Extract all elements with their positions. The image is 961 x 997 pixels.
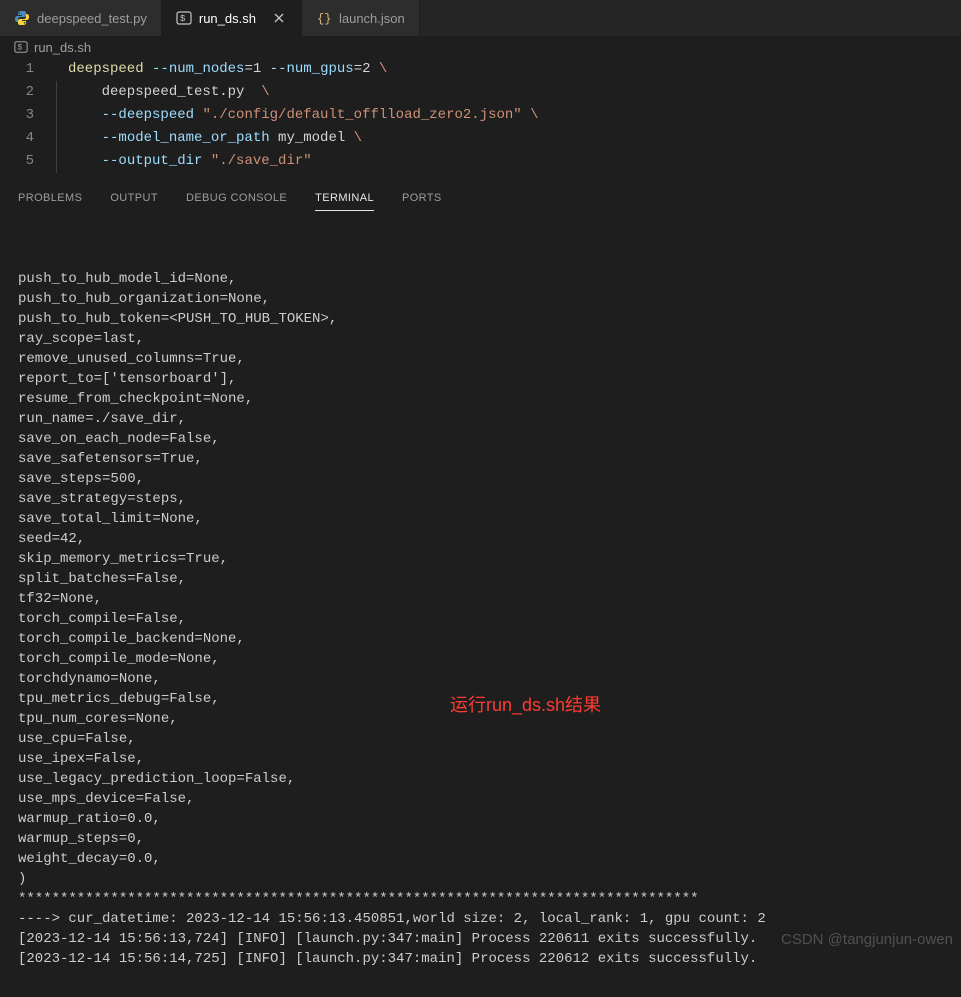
terminal-line: save_total_limit=None, bbox=[18, 509, 943, 529]
panel-tab-output[interactable]: OUTPUT bbox=[110, 192, 158, 210]
terminal-line: save_strategy=steps, bbox=[18, 489, 943, 509]
panel-tab-bar: PROBLEMS OUTPUT DEBUG CONSOLE TERMINAL PORTS bbox=[0, 183, 961, 219]
terminal-line: use_legacy_prediction_loop=False, bbox=[18, 769, 943, 789]
code-line[interactable]: deepspeed_test.py \ bbox=[56, 81, 539, 104]
line-gutter: 12345 bbox=[0, 58, 56, 173]
terminal-output[interactable]: push_to_hub_model_id=None,push_to_hub_or… bbox=[0, 219, 961, 997]
annotation-overlay: 运行run_ds.sh结果 bbox=[450, 695, 601, 715]
terminal-line: tf32=None, bbox=[18, 589, 943, 609]
terminal-line: skip_memory_metrics=True, bbox=[18, 549, 943, 569]
terminal-line: push_to_hub_token=<PUSH_TO_HUB_TOKEN>, bbox=[18, 309, 943, 329]
python-icon bbox=[14, 10, 30, 26]
svg-text:$: $ bbox=[18, 44, 23, 53]
breadcrumb-label: run_ds.sh bbox=[34, 40, 91, 55]
terminal-line: seed=42, bbox=[18, 529, 943, 549]
shell-icon: $ bbox=[176, 10, 192, 26]
terminal-line: push_to_hub_model_id=None, bbox=[18, 269, 943, 289]
terminal-line: save_on_each_node=False, bbox=[18, 429, 943, 449]
tab-run-ds-sh[interactable]: $ run_ds.sh bbox=[162, 0, 302, 36]
panel-tab-terminal[interactable]: TERMINAL bbox=[315, 192, 374, 211]
terminal-line: [2023-12-14 15:56:14,725] [INFO] [launch… bbox=[18, 949, 943, 969]
breadcrumb[interactable]: $ run_ds.sh bbox=[0, 36, 961, 58]
terminal-line: resume_from_checkpoint=None, bbox=[18, 389, 943, 409]
terminal-line: use_cpu=False, bbox=[18, 729, 943, 749]
terminal-line: run_name=./save_dir, bbox=[18, 409, 943, 429]
svg-text:{}: {} bbox=[317, 12, 331, 26]
code-content[interactable]: deepspeed --num_nodes=1 --num_gpus=2 \ d… bbox=[56, 58, 539, 173]
terminal-line: ) bbox=[18, 869, 943, 889]
tab-deepspeed-test-py[interactable]: deepspeed_test.py bbox=[0, 0, 162, 36]
shell-icon: $ bbox=[14, 40, 28, 54]
panel-tab-ports[interactable]: PORTS bbox=[402, 192, 442, 210]
panel-tab-debug-console[interactable]: DEBUG CONSOLE bbox=[186, 192, 287, 210]
json-icon: {} bbox=[316, 10, 332, 26]
terminal-line: ****************************************… bbox=[18, 889, 943, 909]
terminal-line: save_safetensors=True, bbox=[18, 449, 943, 469]
tab-launch-json[interactable]: {} launch.json bbox=[302, 0, 420, 36]
terminal-line: warmup_ratio=0.0, bbox=[18, 809, 943, 829]
tab-bar: deepspeed_test.py $ run_ds.sh {} launch.… bbox=[0, 0, 961, 36]
terminal-line: use_ipex=False, bbox=[18, 749, 943, 769]
terminal-line: report_to=['tensorboard'], bbox=[18, 369, 943, 389]
tab-label: launch.json bbox=[339, 11, 405, 26]
terminal-line: use_mps_device=False, bbox=[18, 789, 943, 809]
code-line[interactable]: --output_dir "./save_dir" bbox=[56, 150, 539, 173]
terminal-line: remove_unused_columns=True, bbox=[18, 349, 943, 369]
close-icon[interactable] bbox=[271, 10, 287, 26]
svg-text:$: $ bbox=[180, 14, 186, 24]
panel-tab-problems[interactable]: PROBLEMS bbox=[18, 192, 82, 210]
terminal-line: split_batches=False, bbox=[18, 569, 943, 589]
tab-label: run_ds.sh bbox=[199, 11, 256, 26]
terminal-line: warmup_steps=0, bbox=[18, 829, 943, 849]
code-line[interactable]: deepspeed --num_nodes=1 --num_gpus=2 \ bbox=[56, 58, 539, 81]
terminal-line: push_to_hub_organization=None, bbox=[18, 289, 943, 309]
terminal-line: weight_decay=0.0, bbox=[18, 849, 943, 869]
terminal-line: torch_compile=False, bbox=[18, 609, 943, 629]
terminal-line: torchdynamo=None, bbox=[18, 669, 943, 689]
code-editor[interactable]: 12345 deepspeed --num_nodes=1 --num_gpus… bbox=[0, 58, 961, 173]
terminal-line: save_steps=500, bbox=[18, 469, 943, 489]
terminal-line: ray_scope=last, bbox=[18, 329, 943, 349]
terminal-line: torch_compile_backend=None, bbox=[18, 629, 943, 649]
terminal-line: ----> cur_datetime: 2023-12-14 15:56:13.… bbox=[18, 909, 943, 929]
watermark: CSDN @tangjunjun-owen bbox=[781, 931, 953, 948]
tab-label: deepspeed_test.py bbox=[37, 11, 147, 26]
code-line[interactable]: --deepspeed "./config/default_offlload_z… bbox=[56, 104, 539, 127]
terminal-line: torch_compile_mode=None, bbox=[18, 649, 943, 669]
code-line[interactable]: --model_name_or_path my_model \ bbox=[56, 127, 539, 150]
